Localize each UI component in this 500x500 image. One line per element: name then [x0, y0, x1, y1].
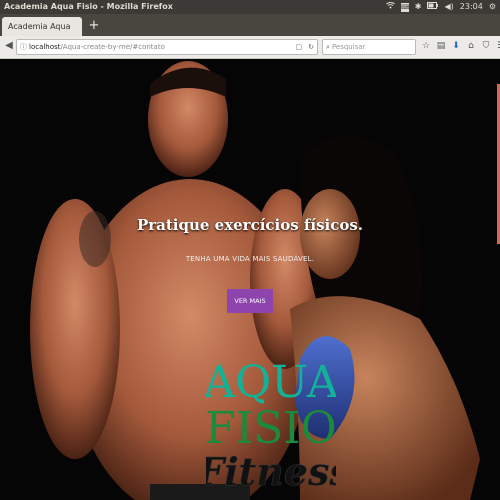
system-tray: ⌨ ✱ ◀) 23:04 ⚙	[385, 0, 496, 14]
url-host: localhost	[29, 43, 61, 51]
shield-icon[interactable]: ⛉	[480, 40, 492, 52]
clock[interactable]: 23:04	[460, 0, 483, 14]
url-text: localhost/Aqua-create-by-me/#contato	[29, 40, 165, 54]
download-icon[interactable]: ⬇	[450, 40, 462, 52]
back-arrow-icon[interactable]: ◀	[3, 40, 15, 52]
battery-icon[interactable]	[427, 0, 439, 14]
new-tab-button[interactable]: +	[87, 17, 101, 35]
ver-mais-button[interactable]: VER MAIS	[227, 289, 273, 313]
url-path: /Aqua-create-by-me/#contato	[60, 43, 165, 51]
url-bar[interactable]: ⓘ localhost/Aqua-create-by-me/#contato ▢…	[16, 39, 318, 55]
volume-icon[interactable]: ◀)	[444, 0, 453, 14]
os-top-bar: Academia Aqua Fisio - Mozilla Firefox ⌨ …	[0, 0, 500, 14]
logo-word-aqua: AQUA	[206, 357, 336, 408]
hero-subline: TENHA UMA VIDA MAIS SAUDÁVEL.	[185, 255, 315, 263]
gear-icon[interactable]: ⚙	[489, 0, 496, 14]
female-face	[300, 189, 360, 279]
search-placeholder: Pesquisar	[331, 43, 366, 51]
logo-word-fitness: Fitness	[206, 449, 336, 494]
aqua-fisio-logo: AQUA FISIO Fitness	[206, 357, 336, 494]
navigation-toolbar: ◀ ⓘ localhost/Aqua-create-by-me/#contato…	[0, 36, 500, 59]
toolbar-buttons: ☆ ▤ ⬇ ⌂ ⛉ ☰	[420, 40, 500, 52]
window-title: Academia Aqua Fisio - Mozilla Firefox	[4, 2, 173, 11]
home-icon[interactable]: ⌂	[465, 40, 477, 52]
keyboard-icon[interactable]: ⌨	[400, 2, 409, 12]
logo-word-fisio: FISIO	[206, 403, 336, 454]
star-icon[interactable]: ☆	[420, 40, 432, 52]
menu-icon[interactable]: ☰	[495, 40, 500, 52]
hero-section: Pratique exercícios físicos. TENHA UMA V…	[0, 59, 500, 500]
search-icon: ⌕	[326, 43, 330, 51]
reader-view-icon[interactable]: ▢	[296, 40, 303, 54]
reload-icon[interactable]: ↻	[308, 40, 314, 54]
bluetooth-icon[interactable]: ✱	[415, 0, 422, 14]
clipboard-icon[interactable]: ▤	[435, 40, 447, 52]
wifi-icon[interactable]	[385, 0, 395, 14]
search-input[interactable]: ⌕ Pesquisar	[322, 39, 416, 55]
tab-strip: Academia Aqua Fisio +	[0, 14, 500, 50]
hero-headline: Pratique exercícios físicos.	[136, 216, 364, 234]
tab-academia-aqua-fisio[interactable]: Academia Aqua Fisio	[2, 17, 82, 50]
info-icon[interactable]: ⓘ	[20, 40, 27, 54]
